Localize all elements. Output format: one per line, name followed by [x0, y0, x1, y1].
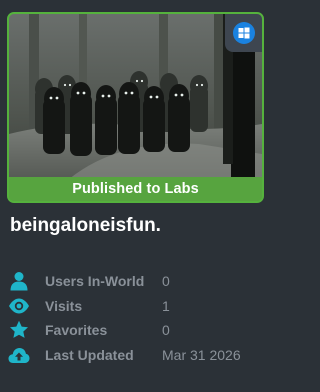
published-status-text: Published to Labs [72, 181, 199, 197]
stat-last-updated: Last Updated Mar 31 2026 [0, 344, 269, 369]
stat-label: Users In-World [45, 273, 145, 289]
stat-users-in-world: Users In-World 0 [0, 270, 269, 295]
windows-icon [232, 22, 255, 44]
platform-badge [225, 14, 262, 52]
stat-value: 0 [162, 273, 170, 289]
world-title: beingaloneisfun. [10, 215, 161, 236]
stat-label: Favorites [45, 322, 108, 338]
eye-icon [8, 295, 30, 317]
star-icon [8, 319, 30, 341]
stat-value: Mar 31 2026 [162, 346, 241, 363]
world-stats-list: Users In-World 0 Visits 1 Favorites 0 La… [0, 270, 269, 368]
world-card: Published to Labs beingaloneisfun. Users… [0, 0, 269, 392]
stat-label: Visits [45, 297, 83, 314]
cloud-upload-icon [8, 344, 30, 366]
stat-value: 0 [162, 322, 170, 338]
published-status-banner: Published to Labs [9, 177, 262, 201]
world-thumbnail[interactable]: Published to Labs [7, 12, 264, 203]
stat-favorites: Favorites 0 [0, 319, 269, 344]
stat-value: 1 [162, 297, 170, 314]
stat-label: Last Updated [45, 346, 134, 363]
users-icon [8, 270, 30, 292]
stat-visits: Visits 1 [0, 295, 269, 320]
